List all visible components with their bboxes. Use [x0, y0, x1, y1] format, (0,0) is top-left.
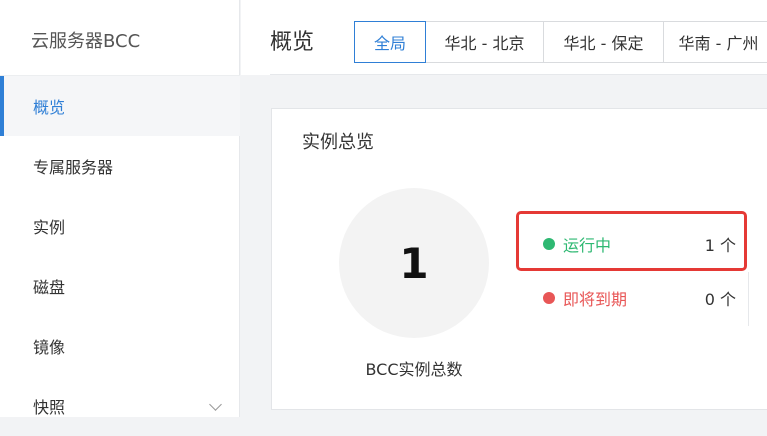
- sidebar-item-label: 快照: [33, 398, 66, 417]
- page-title: 概览: [270, 30, 315, 55]
- total-count-label: BCC实例总数: [365, 360, 463, 379]
- sidebar-item-label: 磁盘: [33, 278, 66, 297]
- tab-region-guangzhou[interactable]: 华南 - 广州: [664, 21, 767, 63]
- tab-region-baoding[interactable]: 华北 - 保定: [544, 21, 664, 63]
- total-count-circle: 1: [339, 188, 489, 338]
- chevron-down-icon[interactable]: [209, 398, 222, 411]
- tab-region-global[interactable]: 全局: [354, 21, 426, 63]
- sidebar-item-dedicated-server[interactable]: 专属服务器: [0, 136, 240, 196]
- sidebar: 云服务器BCC 概览 专属服务器 实例 磁盘 镜像 快照: [0, 0, 240, 417]
- sidebar-item-label: 镜像: [33, 338, 66, 357]
- status-row-expiring[interactable]: 即将到期 0 个: [543, 286, 739, 310]
- sidebar-item-images[interactable]: 镜像: [0, 316, 240, 376]
- region-tabs: 全局 华北 - 北京 华北 - 保定 华南 - 广州: [354, 21, 767, 63]
- status-label: 即将到期: [563, 290, 628, 309]
- sidebar-item-overview[interactable]: 概览: [0, 76, 240, 136]
- total-count: 1: [399, 238, 429, 288]
- sidebar-item-disks[interactable]: 磁盘: [0, 256, 240, 316]
- sidebar-item-label: 专属服务器: [33, 158, 114, 177]
- tab-region-beijing[interactable]: 华北 - 北京: [426, 21, 544, 63]
- highlight-box: [516, 211, 747, 271]
- sidebar-item-label: 概览: [33, 98, 66, 117]
- sidebar-item-instances[interactable]: 实例: [0, 196, 240, 256]
- sidebar-item-label: 实例: [33, 218, 66, 237]
- vertical-divider: [748, 272, 749, 326]
- status-dot-icon: [543, 292, 555, 304]
- sidebar-item-snapshots[interactable]: 快照: [0, 376, 240, 436]
- status-count: 0 个: [704, 290, 736, 309]
- sidebar-title: 云服务器BCC: [31, 31, 141, 52]
- card-title: 实例总览: [302, 132, 374, 153]
- header-divider: [270, 74, 767, 75]
